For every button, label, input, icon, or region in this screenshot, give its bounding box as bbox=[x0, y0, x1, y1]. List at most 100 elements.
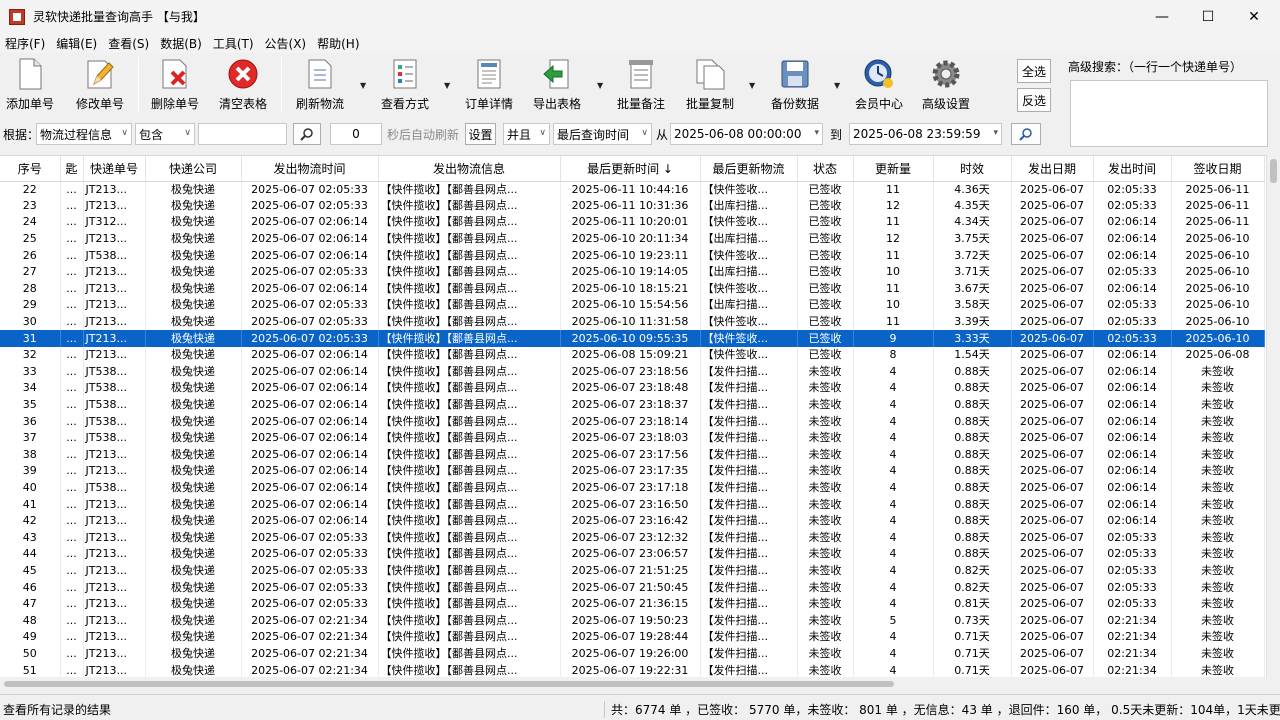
table-row[interactable]: 24... JT312... 极兔快递 2025-06-07 02:06:14 【快件揽… bbox=[0, 214, 1265, 231]
table-row[interactable]: 32... JT213... 极兔快递 2025-06-07 02:06:14 【快件揽… bbox=[0, 346, 1265, 364]
delete-number-button[interactable]: 删除单号 bbox=[151, 57, 199, 115]
menu-help[interactable]: 帮助(H) bbox=[312, 35, 365, 52]
view-mode-dropdown-icon[interactable]: ▼ bbox=[444, 81, 450, 90]
menu-program[interactable]: 程序(F) bbox=[0, 35, 51, 52]
order-detail-label: 订单详情 bbox=[465, 97, 514, 111]
column-header[interactable]: 发出日期 bbox=[1011, 156, 1094, 182]
member-center-button[interactable]: 会员中心 bbox=[855, 57, 903, 115]
date-search-button[interactable] bbox=[1011, 123, 1041, 145]
table-row[interactable]: 25... JT213... 极兔快递 2025-06-07 02:06:14 【快件揽… bbox=[0, 230, 1265, 248]
column-header[interactable]: 最后更新时间 ↓ bbox=[560, 156, 701, 182]
table-row[interactable]: 31... JT213... 极兔快递 2025-06-07 02:05:33 【快件揽… bbox=[0, 330, 1265, 347]
table-row[interactable]: 30... JT213... 极兔快递 2025-06-07 02:05:33 【快件揽… bbox=[0, 313, 1265, 331]
table-cell: 未签收 bbox=[797, 446, 854, 464]
table-row[interactable]: 38... JT213... 极兔快递 2025-06-07 02:06:14 【快件揽… bbox=[0, 446, 1265, 464]
logic-select[interactable]: 并且 ∨ bbox=[503, 123, 550, 145]
advanced-settings-button[interactable]: 高级设置 bbox=[922, 57, 970, 115]
table-row[interactable]: 29... JT213... 极兔快递 2025-06-07 02:05:33 【快件揽… bbox=[0, 297, 1265, 314]
filter-operator-select[interactable]: 包含 ∨ bbox=[135, 123, 195, 145]
table-row[interactable]: 39... JT213... 极兔快递 2025-06-07 02:06:14 【快件揽… bbox=[0, 463, 1265, 480]
vertical-scrollbar[interactable] bbox=[1266, 155, 1280, 677]
column-header[interactable]: 发出物流时间 bbox=[241, 156, 379, 182]
table-row[interactable]: 40... JT538... 极兔快递 2025-06-07 02:06:14 【快件揽… bbox=[0, 479, 1265, 497]
vertical-scroll-thumb[interactable] bbox=[1270, 159, 1277, 183]
maximize-button[interactable]: ☐ bbox=[1185, 0, 1231, 33]
table-row[interactable]: 47... JT213... 极兔快递 2025-06-07 02:05:33 【快件揽… bbox=[0, 595, 1265, 613]
table-row[interactable]: 26... JT538... 极兔快递 2025-06-07 02:06:14 【快件揽… bbox=[0, 247, 1265, 264]
column-header[interactable]: 发出时间 bbox=[1093, 156, 1172, 182]
table-row[interactable]: 22... JT213... 极兔快递 2025-06-07 02:05:33 【快件揽… bbox=[0, 181, 1265, 198]
view-mode-button[interactable]: 查看方式 bbox=[381, 57, 429, 115]
to-datetime-picker[interactable]: 2025-06-08 23:59:59 ▾ bbox=[849, 123, 1002, 145]
table-row[interactable]: 33... JT538... 极兔快递 2025-06-07 02:06:14 【快件揽… bbox=[0, 363, 1265, 381]
column-header[interactable]: 签收日期 bbox=[1171, 156, 1265, 182]
column-header[interactable]: 发出物流信息 bbox=[378, 156, 561, 182]
menu-data[interactable]: 数据(B) bbox=[155, 35, 208, 52]
filter-search-button[interactable] bbox=[293, 123, 321, 145]
select-all-button[interactable]: 全选 bbox=[1017, 59, 1051, 83]
table-row[interactable]: 27... JT213... 极兔快递 2025-06-07 02:05:33 【快件揽… bbox=[0, 263, 1265, 281]
filter-keyword-input[interactable] bbox=[198, 123, 287, 145]
column-header[interactable]: 匙 bbox=[60, 156, 84, 182]
table-row[interactable]: 44... JT213... 极兔快递 2025-06-07 02:05:33 【快件揽… bbox=[0, 546, 1265, 563]
horizontal-scroll-thumb[interactable] bbox=[4, 681, 894, 687]
table-row[interactable]: 50... JT213... 极兔快递 2025-06-07 02:21:34 【快件揽… bbox=[0, 645, 1265, 663]
table-row[interactable]: 35... JT538... 极兔快递 2025-06-07 02:06:14 【快件揽… bbox=[0, 396, 1265, 414]
from-datetime-picker[interactable]: 2025-06-08 00:00:00 ▾ bbox=[670, 123, 823, 145]
table-row[interactable]: 49... JT213... 极兔快递 2025-06-07 02:21:34 【快件揽… bbox=[0, 629, 1265, 646]
auto-refresh-seconds-input[interactable]: 0 bbox=[330, 123, 382, 145]
minimize-button[interactable]: — bbox=[1139, 0, 1185, 33]
table-cell: 未签收 bbox=[797, 579, 854, 596]
clear-table-button[interactable]: 清空表格 bbox=[219, 57, 267, 115]
table-cell: 【快件揽收】【鄱善县网点... bbox=[378, 579, 561, 596]
order-detail-button[interactable]: 订单详情 bbox=[465, 57, 513, 115]
table-row[interactable]: 34... JT538... 极兔快递 2025-06-07 02:06:14 【快件揽… bbox=[0, 380, 1265, 397]
table-cell: 33 bbox=[0, 363, 61, 381]
backup-data-button[interactable]: 备份数据 bbox=[771, 57, 819, 115]
filter-field-select[interactable]: 物流过程信息 ∨ bbox=[36, 123, 132, 145]
auto-refresh-set-button[interactable]: 设置 bbox=[465, 123, 496, 145]
table-row[interactable]: 23... JT213... 极兔快递 2025-06-07 02:05:33 【快件揽… bbox=[0, 197, 1265, 215]
copy-dropdown-icon[interactable]: ▼ bbox=[749, 81, 755, 90]
table-cell: 【快件揽收】【鄱善县网点... bbox=[378, 595, 561, 613]
edit-number-button[interactable]: 修改单号 bbox=[76, 57, 124, 115]
menu-notice[interactable]: 公告(X) bbox=[260, 35, 313, 52]
table-row[interactable]: 45... JT213... 极兔快递 2025-06-07 02:05:33 【快件揽… bbox=[0, 562, 1265, 580]
column-header[interactable]: 更新量 bbox=[853, 156, 934, 182]
advanced-search-input[interactable] bbox=[1070, 80, 1268, 147]
table-row[interactable]: 51... JT213... 极兔快递 2025-06-07 02:21:34 【快件揽… bbox=[0, 662, 1265, 677]
table-cell: 未签收 bbox=[1171, 446, 1265, 464]
time-field-select[interactable]: 最后查询时间 ∨ bbox=[553, 123, 652, 145]
backup-dropdown-icon[interactable]: ▼ bbox=[834, 81, 840, 90]
table-row[interactable]: 28... JT213... 极兔快递 2025-06-07 02:06:14 【快件揽… bbox=[0, 280, 1265, 298]
batch-note-button[interactable]: 批量备注 bbox=[617, 57, 665, 115]
table-row[interactable]: 42... JT213... 极兔快递 2025-06-07 02:06:14 【快件揽… bbox=[0, 512, 1265, 530]
table-row[interactable]: 46... JT213... 极兔快递 2025-06-07 02:05:33 【快件揽… bbox=[0, 579, 1265, 596]
refresh-logistics-button[interactable]: 刷新物流 bbox=[296, 57, 344, 115]
table-row[interactable]: 41... JT213... 极兔快递 2025-06-07 02:06:14 【快件揽… bbox=[0, 496, 1265, 513]
close-button[interactable]: ✕ bbox=[1231, 0, 1277, 33]
column-header[interactable]: 快递公司 bbox=[145, 156, 242, 182]
menu-view[interactable]: 查看(S) bbox=[103, 35, 155, 52]
menu-tools[interactable]: 工具(T) bbox=[208, 35, 260, 52]
table-cell: 2025-06-07 23:18:56 bbox=[560, 363, 701, 381]
table-row[interactable]: 48... JT213... 极兔快递 2025-06-07 02:21:34 【快件揽… bbox=[0, 612, 1265, 630]
menu-edit[interactable]: 编辑(E) bbox=[51, 35, 103, 52]
column-header[interactable]: 最后更新物流 bbox=[700, 156, 798, 182]
add-number-button[interactable]: 添加单号 bbox=[6, 57, 54, 115]
table-row[interactable]: 36... JT538... 极兔快递 2025-06-07 02:06:14 【快件揽… bbox=[0, 413, 1265, 430]
table-row[interactable]: 43... JT213... 极兔快递 2025-06-07 02:05:33 【快件揽… bbox=[0, 529, 1265, 547]
export-dropdown-icon[interactable]: ▼ bbox=[597, 81, 603, 90]
horizontal-scrollbar[interactable] bbox=[0, 677, 1266, 691]
column-header[interactable]: 序号 bbox=[0, 156, 61, 182]
invert-selection-button[interactable]: 反选 bbox=[1017, 88, 1051, 112]
export-table-button[interactable]: 导出表格 bbox=[533, 57, 581, 115]
column-header[interactable]: 快递单号 bbox=[83, 156, 146, 182]
table-row[interactable]: 37... JT538... 极兔快递 2025-06-07 02:06:14 【快件揽… bbox=[0, 429, 1265, 447]
table-cell: 2025-06-07 bbox=[1011, 496, 1094, 513]
table-cell: 极兔快递 bbox=[145, 612, 242, 630]
refresh-dropdown-icon[interactable]: ▼ bbox=[360, 81, 366, 90]
column-header[interactable]: 状态 bbox=[797, 156, 854, 182]
column-header[interactable]: 时效 bbox=[933, 156, 1012, 182]
batch-copy-button[interactable]: 批量复制 bbox=[686, 57, 734, 115]
